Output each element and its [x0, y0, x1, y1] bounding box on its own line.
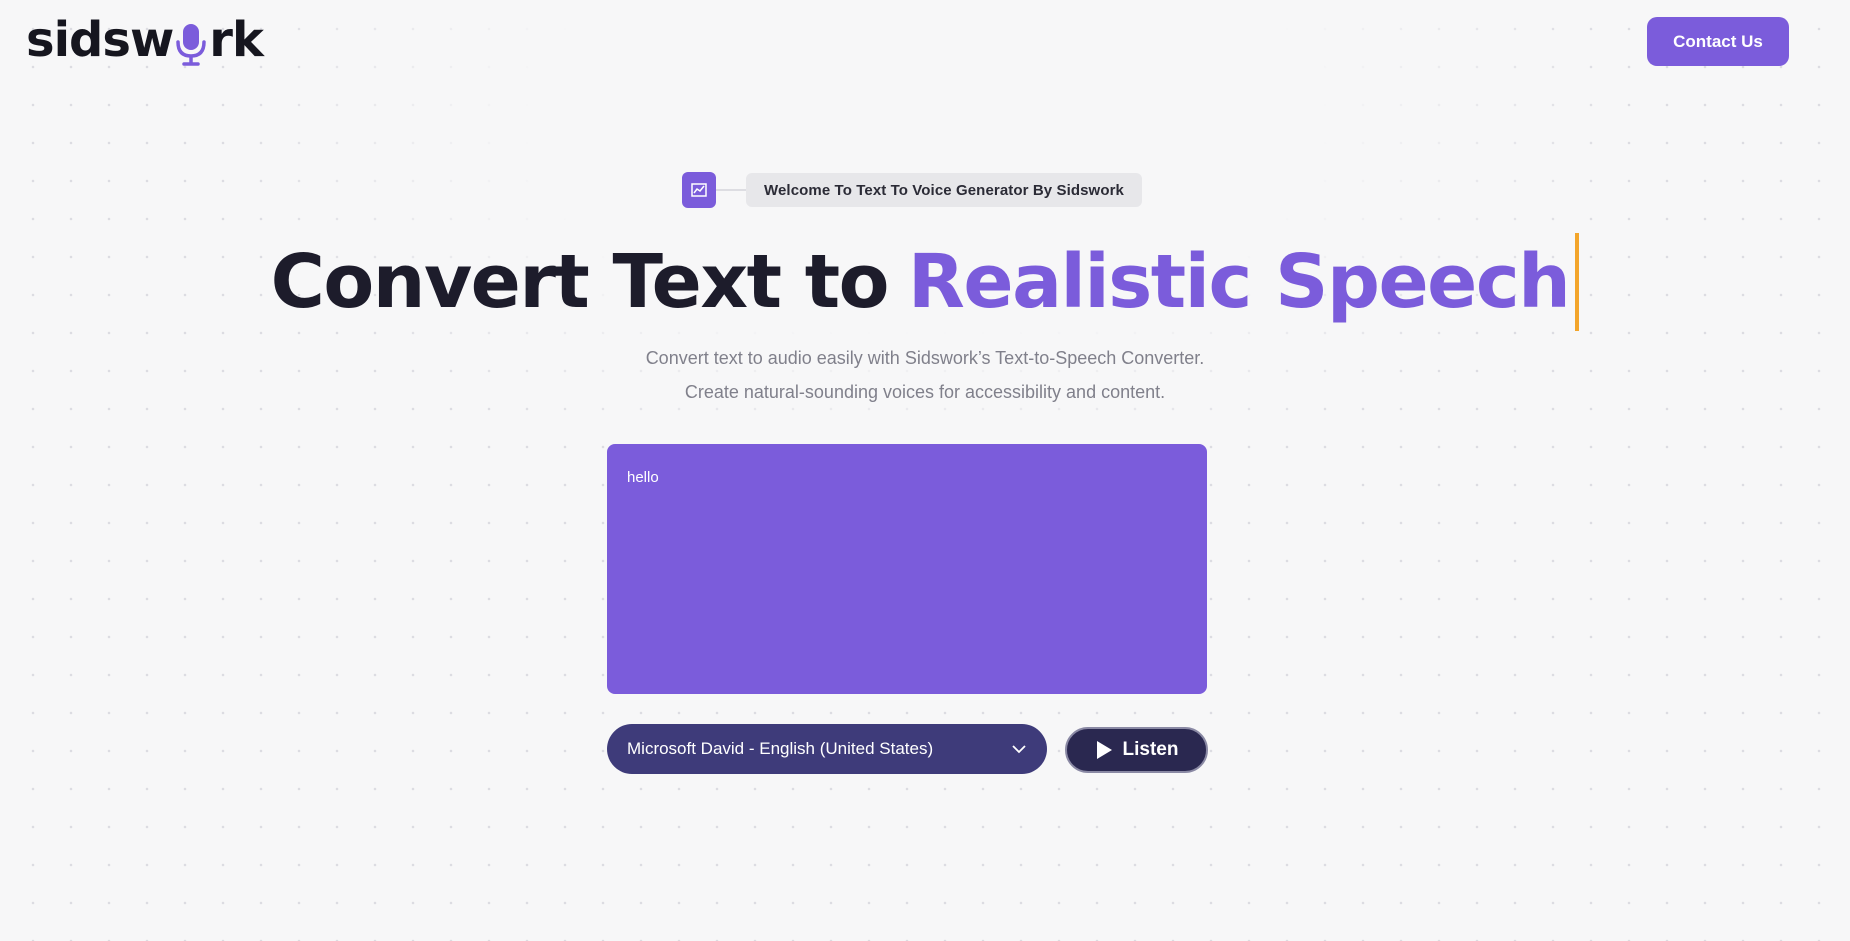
welcome-text: Welcome To Text To Voice Generator By Si… — [746, 173, 1142, 207]
welcome-connector — [716, 189, 746, 191]
listen-button[interactable]: Listen — [1065, 727, 1208, 773]
page-title: Convert Text to Realistic Speech — [0, 232, 1850, 332]
logo[interactable]: sidsw rk — [26, 10, 264, 70]
title-accent-part: Realistic Speech — [907, 239, 1571, 325]
voice-selected-value: Microsoft David - English (United States… — [627, 739, 934, 758]
chevron-down-icon — [1012, 745, 1026, 754]
text-input[interactable]: hello — [607, 444, 1207, 694]
chart-icon — [682, 172, 716, 208]
play-icon — [1096, 741, 1112, 759]
subtitle-line-2: Create natural-sounding voices for acces… — [684, 382, 1166, 402]
listen-label: Listen — [1122, 739, 1179, 760]
logo-text-end: rk — [209, 12, 264, 68]
contact-us-button[interactable]: Contact Us — [1647, 17, 1789, 66]
logo-text-start: sidsw — [26, 12, 174, 68]
typing-caret — [1575, 233, 1580, 331]
subtitle-line-1: Convert text to audio easily with Sidswo… — [645, 348, 1205, 368]
voice-select[interactable]: Microsoft David - English (United States… — [607, 724, 1047, 774]
welcome-badge: Welcome To Text To Voice Generator By Si… — [682, 172, 1142, 208]
title-dark-part: Convert Text to — [270, 239, 890, 325]
microphone-icon — [176, 24, 207, 66]
